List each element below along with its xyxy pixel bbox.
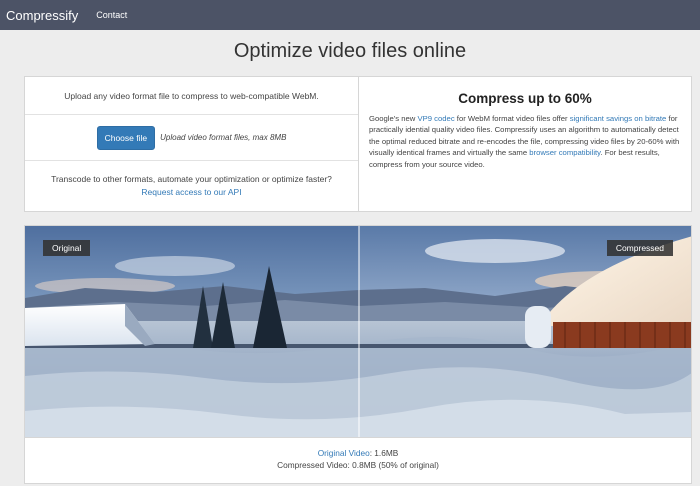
upload-card: Upload any video format file to compress…	[24, 76, 692, 212]
nav-contact-link[interactable]: Contact	[96, 10, 127, 20]
info-title: Compress up to 60%	[458, 91, 592, 106]
brand-link[interactable]: Compressify	[6, 8, 78, 23]
page-title: Optimize video files online	[233, 40, 467, 62]
file-select-row: Choose file Upload video format files, m…	[25, 115, 358, 161]
landscape-image	[25, 226, 691, 437]
upload-intro-text: Upload any video format file to compress…	[64, 90, 319, 101]
choose-file-button[interactable]: Choose file	[96, 125, 156, 150]
vp9-codec-link[interactable]: VP9 codec	[417, 114, 454, 123]
browser-compatibility-link[interactable]: browser compatibility	[529, 148, 600, 157]
results-panel: Original Video: 1.6MB Compressed Video: …	[24, 438, 692, 484]
api-access-link[interactable]: Request access to our API	[141, 186, 241, 199]
original-size-line: Original Video: 1.6MB	[25, 448, 691, 460]
original-video-link[interactable]: Original Video	[318, 448, 370, 458]
api-text: Transcode to other formats, automate you…	[51, 174, 332, 184]
info-text-2: for WebM format video files offer	[454, 114, 570, 123]
upload-panel: Upload any video format file to compress…	[25, 77, 359, 211]
original-size-value: : 1.6MB	[369, 448, 399, 458]
info-paragraph: Google's new VP9 codec for WebM format v…	[369, 113, 681, 170]
upload-hint: Upload video format files, max 8MB	[160, 133, 287, 142]
info-panel: Compress up to 60% Google's new VP9 code…	[359, 77, 691, 211]
original-label: Original	[43, 240, 91, 256]
info-text-1: Google's new	[369, 114, 418, 123]
compressed-size-line: Compressed Video: 0.8MB (50% of original…	[277, 459, 439, 470]
savings-link[interactable]: significant savings on bitrate	[570, 114, 667, 123]
comparison-slider[interactable]: Original Compressed	[24, 225, 692, 438]
upload-intro-row: Upload any video format file to compress…	[25, 77, 358, 115]
api-row: Transcode to other formats, automate you…	[25, 161, 358, 211]
top-navbar: Compressify Contact	[0, 0, 700, 30]
compressed-label: Compressed	[606, 240, 673, 256]
